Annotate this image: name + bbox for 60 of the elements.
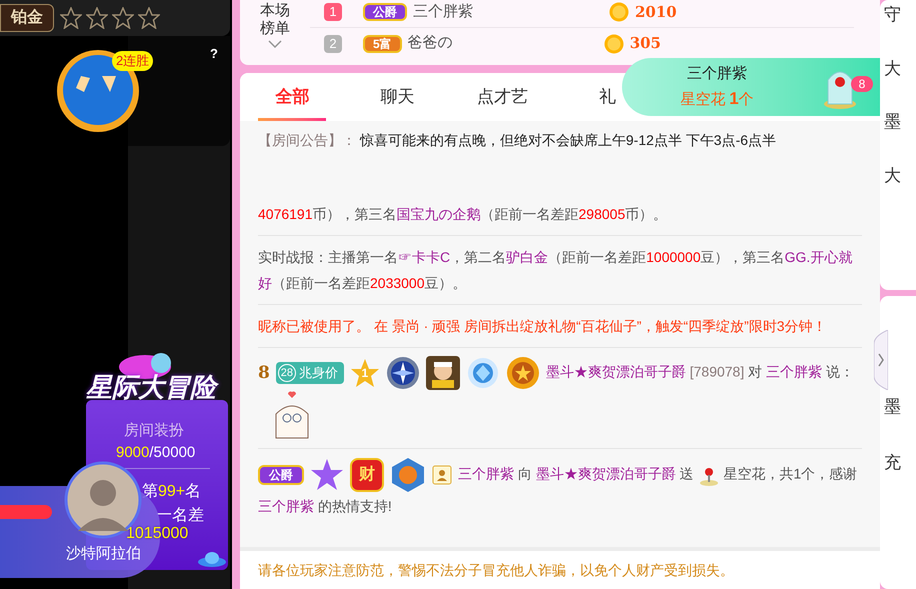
chat-tab[interactable]: 礼 [555,73,660,121]
gift-unit: 个 [738,90,754,110]
coin-icon [604,34,624,54]
score: 305 [630,33,661,54]
star-icon [350,358,380,388]
user-name[interactable]: 三个胖紫 [413,0,603,24]
worth-number: 28 [278,364,296,382]
chat-message: 【房间公告】： 惊喜可能来的有点晚，但绝对不会缺席上午9-12点半 下午3点-6点半 [258,131,778,150]
leaderboard-title[interactable]: 本场榜单 [259,2,291,38]
title-badge: 公爵 [258,465,304,485]
title-badge: 公爵 [363,3,407,21]
ribbon-drawing [0,505,52,519]
gem-badge-icon [466,356,500,390]
title-badge: 5富 [363,34,402,52]
sender-name: 三个胖紫 [687,64,747,84]
side-label: 大 [884,58,901,80]
rank-prefix: 第 [142,482,158,502]
chat-tab[interactable]: 全部 [240,73,345,121]
compass-badge-icon [386,356,420,390]
gift-count: 1 [729,88,739,110]
chat-tab[interactable]: 点才艺 [450,73,555,121]
side-label: 墨 [884,396,901,418]
gap-value: 1015000 [126,524,188,544]
rank-badge: 2 [324,34,342,52]
decor-current: 9000 [116,443,150,463]
chevron-down-icon [268,40,282,48]
gap-label: 一名差 [156,506,204,526]
wealth-badge: 财 [350,458,384,492]
chat-message: 昵称已被使用了。 在 景尚 · 顽强 房间拆出绽放礼物“百花仙子”，触发“四季绽放”限时3分钟！ [258,317,828,336]
side-label: 充 [884,452,901,474]
chat-message: 实时战报：主播第一名☞卡卡C，第二名驴白金（距前一名差距1000000豆），第三名GG.开心就好（距前一名差距2033000豆）。 [258,248,854,293]
decor-label: 房间装扮 [124,421,184,441]
safety-notice: 请各位玩家注意防范，警惕不法分子冒充他人诈骗，以免个人财产受到损失。 [258,560,734,580]
rank-value: 99+ [158,482,186,502]
decor-total: /50000 [149,443,196,463]
score: 2010 [635,2,677,23]
side-label: 大 [884,164,901,186]
hexagon-badge-icon [390,457,426,493]
gift-name: 星空花 [680,90,726,110]
worth-label: 兆身价 [298,364,338,382]
chat-message: 公爵 财 三个胖紫 向 墨斗★爽贺漂泊哥子爵 送 星空花，共1个，感谢 三个胖紫 的热情支持! [258,457,862,519]
user-icon [432,465,452,485]
level-label: 8 [258,362,270,385]
help-icon[interactable]: ? [210,44,218,64]
cartoon-portrait-icon [426,356,460,390]
coin-icon [609,2,629,22]
tier-badge: 铂金 [0,4,54,32]
host-name: 沙特阿拉伯 [66,544,141,564]
rank-badge: 1 [324,3,342,21]
medal-badge-icon [506,356,540,390]
side-label: 守 [884,4,901,26]
rank-suffix: 名 [185,482,202,502]
user-name[interactable]: 爸爸の [408,32,598,55]
streak-badge: 2连胜 [112,51,154,71]
star-badge-icon [310,458,344,492]
star-number: 1 [362,365,368,382]
chat-tab[interactable]: 聊天 [345,73,450,121]
chat-message: 8 28 兆身价 1 墨斗★爽贺漂泊哥子爵 [789078] 对 三个胖紫 说： [258,356,862,440]
side-label: 墨 [884,111,901,133]
chat-message: 4076191币），第三名 国宝九の企鹅（距前一名差距298005币）。 [258,205,668,224]
